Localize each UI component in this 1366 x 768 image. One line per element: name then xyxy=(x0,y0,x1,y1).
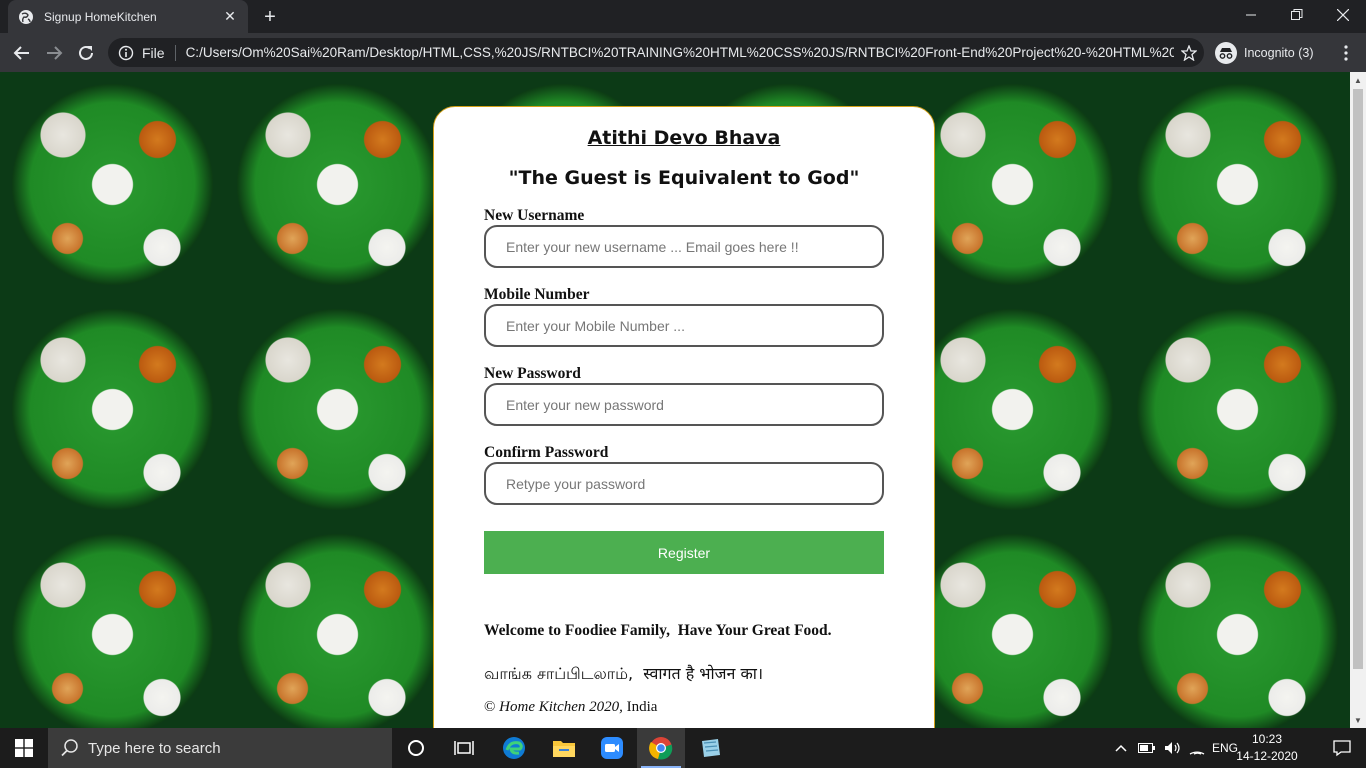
taskbar: Type here to search ENG 10:23 14-12-2020 xyxy=(0,728,1366,768)
battery-icon[interactable] xyxy=(1138,728,1156,768)
new-tab-button[interactable]: + xyxy=(258,6,282,28)
password-label: New Password xyxy=(484,365,581,382)
confirm-password-input[interactable] xyxy=(484,462,884,505)
globe-icon xyxy=(18,9,34,25)
restore-icon[interactable] xyxy=(1274,0,1320,30)
signup-card: Atithi Devo Bhava "The Guest is Equivale… xyxy=(433,106,935,728)
confirm-password-label: Confirm Password xyxy=(484,444,609,461)
profile-label: Incognito (3) xyxy=(1244,46,1314,60)
register-button[interactable]: Register xyxy=(484,531,884,574)
search-icon xyxy=(60,738,80,758)
username-input[interactable] xyxy=(484,225,884,268)
close-tab-icon[interactable]: ✕ xyxy=(222,8,238,25)
tab-signup[interactable]: Signup HomeKitchen ✕ xyxy=(8,0,248,33)
wifi-icon[interactable] xyxy=(1189,728,1205,768)
taskbar-search[interactable]: Type here to search xyxy=(48,728,392,768)
zoom-icon[interactable] xyxy=(588,728,636,768)
file-explorer-icon[interactable] xyxy=(540,728,588,768)
divider xyxy=(174,44,176,61)
address-bar[interactable]: File C:/Users/Om%20Sai%20Ram/Desktop/HTM… xyxy=(108,38,1204,67)
copyright: © Home Kitchen 2020, India xyxy=(484,699,657,716)
copyright-country: India xyxy=(626,699,658,715)
multilingual-greeting: வாங்க சாப்பிடலாம், स्वागत है भोजन का। xyxy=(484,664,764,683)
page-subtitle: "The Guest is Equivalent to God" xyxy=(508,167,860,189)
info-icon[interactable] xyxy=(118,45,134,61)
clock-time: 10:23 xyxy=(1251,732,1283,746)
chrome-icon[interactable] xyxy=(637,728,685,768)
copyright-brand: Home Kitchen 2020, xyxy=(499,699,623,715)
notification-icon[interactable] xyxy=(1318,728,1366,768)
close-window-icon[interactable] xyxy=(1320,0,1366,30)
volume-icon[interactable] xyxy=(1164,728,1182,768)
password-input[interactable] xyxy=(484,383,884,426)
scroll-down-icon[interactable]: ▼ xyxy=(1350,712,1366,728)
forward-icon[interactable] xyxy=(42,41,66,65)
notepad-app-icon[interactable] xyxy=(686,728,734,768)
vertical-scrollbar[interactable]: ▲ ▼ xyxy=(1350,72,1366,728)
scroll-up-icon[interactable]: ▲ xyxy=(1350,72,1366,88)
search-placeholder: Type here to search xyxy=(88,739,221,757)
page-title: Atithi Devo Bhava xyxy=(587,127,781,149)
mobile-input[interactable] xyxy=(484,304,884,347)
task-view-icon[interactable] xyxy=(440,728,488,768)
minimize-icon[interactable] xyxy=(1228,0,1274,30)
url-text[interactable]: C:/Users/Om%20Sai%20Ram/Desktop/HTML,CSS… xyxy=(186,45,1174,60)
tab-title: Signup HomeKitchen xyxy=(44,9,157,24)
scrollbar-thumb[interactable] xyxy=(1353,89,1363,669)
username-label: New Username xyxy=(484,207,585,224)
reload-icon[interactable] xyxy=(74,41,98,65)
copyright-symbol: © xyxy=(484,699,496,715)
clock-date: 14-12-2020 xyxy=(1236,749,1298,763)
toolbar: File C:/Users/Om%20Sai%20Ram/Desktop/HTM… xyxy=(0,33,1366,72)
incognito-profile[interactable]: Incognito (3) xyxy=(1214,39,1313,67)
url-scheme: File xyxy=(142,44,165,61)
system-clock[interactable]: 10:23 14-12-2020 xyxy=(1232,731,1302,765)
bookmark-star-icon[interactable] xyxy=(1174,44,1204,61)
back-icon[interactable] xyxy=(10,41,34,65)
tab-strip: Signup HomeKitchen ✕ + xyxy=(0,0,1366,33)
mobile-label: Mobile Number xyxy=(484,286,590,303)
incognito-icon xyxy=(1214,41,1238,65)
more-menu-icon[interactable] xyxy=(1334,41,1358,65)
cortana-icon[interactable] xyxy=(392,728,440,768)
welcome-message: Welcome to Foodiee Family, Have Your Gre… xyxy=(484,622,832,639)
page-background: Atithi Devo Bhava "The Guest is Equivale… xyxy=(0,72,1350,728)
windows-start-icon[interactable] xyxy=(0,728,48,768)
show-hidden-icons[interactable] xyxy=(1114,728,1128,768)
edge-icon[interactable] xyxy=(490,728,538,768)
